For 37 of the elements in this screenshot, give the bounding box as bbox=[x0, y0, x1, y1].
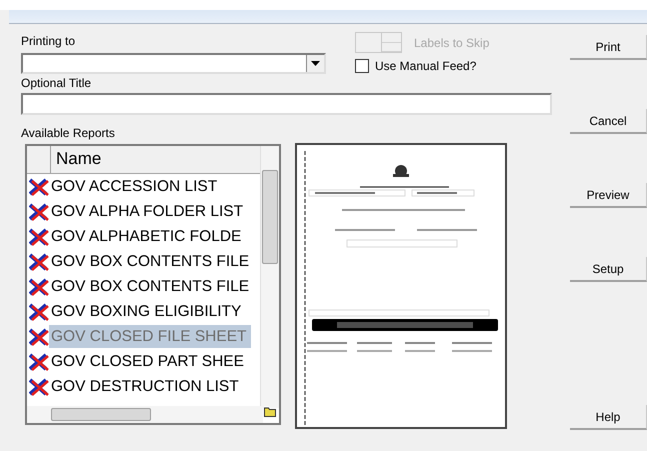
scroll-thumb[interactable] bbox=[262, 170, 278, 264]
section-label: Available Reports bbox=[21, 126, 116, 140]
cross-icon bbox=[29, 202, 49, 220]
dialog-button[interactable]: Print bbox=[570, 35, 647, 60]
cross-icon bbox=[29, 378, 49, 396]
checkbox-label: Use Manual Feed? bbox=[375, 59, 476, 73]
report-row[interactable]: GOV ALPHA FOLDER LIST bbox=[49, 200, 248, 223]
field-label: Optional Title bbox=[21, 76, 92, 90]
dialog-button[interactable]: Help bbox=[570, 405, 647, 430]
dropdown-arrow-icon bbox=[311, 61, 320, 66]
column-header[interactable]: Name bbox=[51, 146, 102, 173]
report-row[interactable]: GOV DESTRUCTION LIST bbox=[49, 375, 243, 398]
scroll-thumb[interactable] bbox=[51, 408, 151, 421]
cross-icon bbox=[29, 252, 49, 270]
report-row[interactable]: GOV ACCESSION LIST bbox=[49, 175, 222, 198]
cross-icon bbox=[29, 178, 49, 196]
printer-dropdown[interactable] bbox=[21, 53, 326, 74]
report-row[interactable]: GOV BOX CONTENTS FILE bbox=[49, 275, 254, 298]
field-label: Printing to bbox=[21, 34, 76, 48]
cross-icon bbox=[29, 278, 49, 296]
report-row[interactable]: GOV CLOSED PART SHEE bbox=[49, 350, 248, 373]
horizontal-scrollbar[interactable] bbox=[27, 406, 263, 423]
cross-icon bbox=[29, 228, 49, 246]
report-row[interactable]: GOV BOX CONTENTS FILE bbox=[49, 250, 254, 273]
vertical-scrollbar[interactable] bbox=[260, 146, 279, 408]
dialog-button[interactable]: Preview bbox=[570, 183, 647, 208]
dialog-button[interactable]: Setup bbox=[570, 257, 647, 282]
spinner-label: Labels to Skip bbox=[414, 36, 490, 50]
cross-icon bbox=[29, 352, 49, 370]
title-input[interactable] bbox=[21, 93, 552, 115]
report-row[interactable]: GOV BOXING ELIGIBILITY bbox=[49, 300, 246, 323]
manual-feed-checkbox[interactable] bbox=[355, 59, 369, 73]
cross-icon bbox=[29, 302, 49, 320]
cross-icon bbox=[29, 328, 49, 346]
report-row[interactable]: GOV ALPHABETIC FOLDE bbox=[49, 225, 246, 248]
dialog-button[interactable]: Cancel bbox=[570, 109, 647, 134]
folder-icon[interactable] bbox=[264, 406, 276, 418]
